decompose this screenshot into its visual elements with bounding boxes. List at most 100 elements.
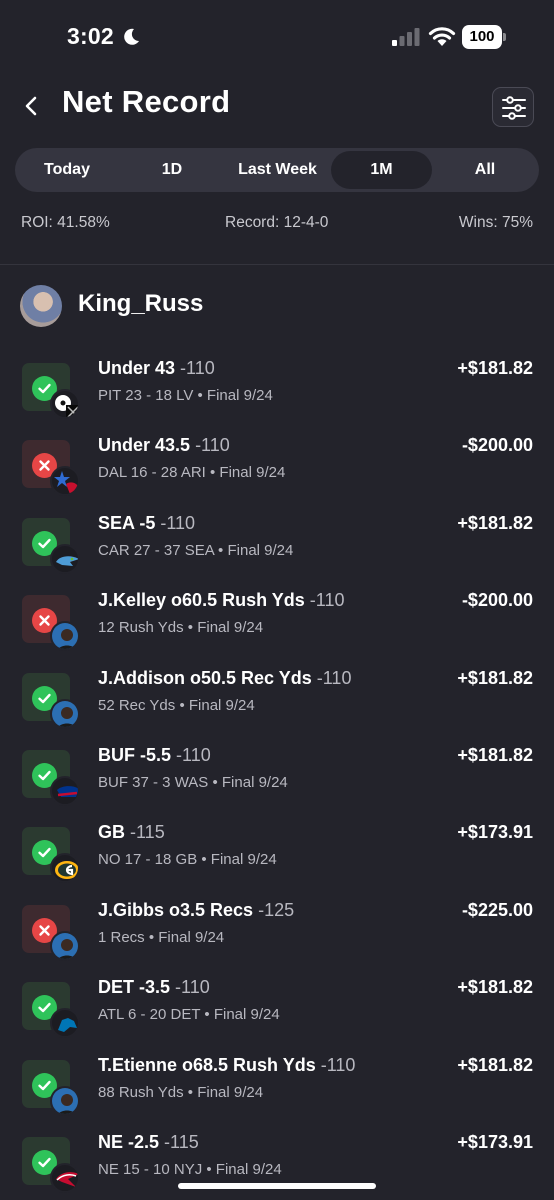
cowboys-cardinals-logo-icon <box>50 466 80 497</box>
bet-detail: DAL 16 - 28 ARI • Final 9/24 <box>98 464 286 482</box>
bet-amount: +$181.82 <box>457 1054 533 1075</box>
bet-selection: T.Etienne o68.5 Rush Yds <box>98 1054 316 1075</box>
bet-result-box <box>22 595 80 652</box>
bet-odds: -110 <box>176 745 211 765</box>
bet-amount: -$225.00 <box>461 899 533 920</box>
bet-odds: -110 <box>175 977 210 998</box>
bet-row[interactable]: BUF -5.5 -110 BUF 37 - 3 WAS • Final 9/24… <box>0 745 554 815</box>
avatar[interactable] <box>20 285 62 327</box>
bet-detail: 52 Rec Yds • Final 9/24 <box>98 696 255 714</box>
bet-selection: GB <box>98 822 125 843</box>
player-headshot-icon <box>50 698 80 729</box>
bet-result-box <box>22 517 80 574</box>
bet-result-box <box>22 1059 80 1116</box>
bet-odds: -110 <box>160 512 196 533</box>
bet-result-box <box>22 1137 80 1193</box>
bet-title: Under 43 -110 <box>98 358 215 379</box>
bet-title: J.Kelley o60.5 Rush Yds -110 <box>98 590 344 611</box>
tab-1d[interactable]: 1D <box>123 151 221 189</box>
bet-amount: +$181.82 <box>457 512 533 533</box>
wifi-icon <box>428 27 456 46</box>
bet-amount: +$181.82 <box>457 358 533 378</box>
player-headshot-icon <box>50 930 80 961</box>
bet-detail: 1 Recs • Final 9/24 <box>98 928 225 946</box>
bet-odds: -110 <box>320 1054 356 1075</box>
patriots-logo-icon <box>50 1163 80 1193</box>
bet-selection: SEA -5 <box>98 512 156 533</box>
bet-result-box <box>22 750 80 806</box>
bet-result-box <box>22 982 80 1039</box>
bet-amount: +$173.91 <box>457 1132 533 1152</box>
bet-selection: J.Kelley o60.5 Rush Yds <box>98 590 305 611</box>
bet-result-box <box>22 672 80 729</box>
bet-odds: -110 <box>309 590 345 611</box>
bet-result-box <box>22 363 80 419</box>
back-chevron-icon[interactable] <box>20 92 44 120</box>
status-time: 3:02 <box>67 23 114 49</box>
bet-odds: -115 <box>130 822 165 843</box>
bet-detail: PIT 23 - 18 LV • Final 9/24 <box>98 387 273 404</box>
bet-row[interactable]: Under 43 -110 PIT 23 - 18 LV • Final 9/24… <box>0 358 554 428</box>
bet-row[interactable]: J.Gibbs o3.5 Recs -125 1 Recs • Final 9/2… <box>0 900 554 970</box>
bet-detail: BUF 37 - 3 WAS • Final 9/24 <box>98 774 288 791</box>
bet-odds: -110 <box>195 435 230 456</box>
seahawks-logo-icon <box>50 543 80 574</box>
username[interactable]: King_Russ <box>78 290 203 318</box>
bet-selection: Under 43.5 <box>98 435 191 456</box>
bet-row[interactable]: T.Etienne o68.5 Rush Yds -110 88 Rush Yds… <box>0 1055 554 1125</box>
bet-detail: NE 15 - 10 NYJ • Final 9/24 <box>98 1161 282 1178</box>
bet-title: NE -2.5 -115 <box>98 1132 199 1153</box>
battery-indicator: 100 <box>462 25 506 49</box>
bet-selection: BUF -5.5 <box>98 745 172 765</box>
tab-today[interactable]: Today <box>18 151 116 189</box>
bet-odds: -110 <box>316 667 352 688</box>
packers-logo-icon <box>50 853 80 884</box>
bet-row[interactable]: Under 43.5 -110 DAL 16 - 28 ARI • Final 9… <box>0 435 554 505</box>
bet-row[interactable]: NE -2.5 -115 NE 15 - 10 NYJ • Final 9/24 +… <box>0 1132 554 1200</box>
bet-detail: 88 Rush Yds • Final 9/24 <box>98 1083 264 1101</box>
player-headshot-icon <box>50 621 80 652</box>
bet-row[interactable]: SEA -5 -110 CAR 27 - 37 SEA • Final 9/24 +… <box>0 513 554 583</box>
divider <box>0 264 554 265</box>
bet-row[interactable]: DET -3.5 -110 ATL 6 - 20 DET • Final 9/24… <box>0 977 554 1047</box>
status-bar: 3:02 100 <box>0 0 554 72</box>
bet-amount: -$200.00 <box>461 435 533 456</box>
bills-logo-icon <box>50 776 80 806</box>
wins-stat: Wins: 75% <box>458 214 533 231</box>
bet-detail: CAR 27 - 37 SEA • Final 9/24 <box>98 541 294 559</box>
bet-row[interactable]: J.Addison o50.5 Rec Yds -110 52 Rec Yds •… <box>0 668 554 738</box>
bet-title: J.Addison o50.5 Rec Yds -110 <box>98 668 351 689</box>
page-title: Net Record <box>62 84 231 119</box>
bet-title: Under 43.5 -110 <box>98 435 230 456</box>
bet-selection: DET -3.5 <box>98 977 171 998</box>
bet-odds: -110 <box>180 358 215 378</box>
roi-stat: ROI: 41.58% <box>21 214 110 231</box>
tab-all[interactable]: All <box>436 151 534 189</box>
bet-title: BUF -5.5 -110 <box>98 745 211 766</box>
sliders-icon <box>502 96 526 120</box>
bet-title: T.Etienne o68.5 Rush Yds -110 <box>98 1055 355 1076</box>
bet-selection: NE -2.5 <box>98 1132 160 1152</box>
bet-result-box <box>22 904 80 961</box>
bet-selection: Under 43 <box>98 358 176 378</box>
bet-amount: -$200.00 <box>461 590 533 611</box>
steelers-raiders-logo-icon <box>50 389 80 419</box>
moon-icon <box>124 28 139 45</box>
bet-selection: J.Gibbs o3.5 Recs <box>98 899 254 920</box>
tab-last-week[interactable]: Last Week <box>225 151 330 189</box>
bet-amount: +$181.82 <box>457 667 533 688</box>
filter-button[interactable] <box>492 87 534 127</box>
bet-row[interactable]: J.Kelley o60.5 Rush Yds -110 12 Rush Yds … <box>0 590 554 660</box>
bet-title: DET -3.5 -110 <box>98 977 210 998</box>
bet-amount: +$173.91 <box>457 822 533 843</box>
bet-result-box <box>22 440 80 497</box>
bet-selection: J.Addison o50.5 Rec Yds <box>98 667 312 688</box>
bet-title: GB -115 <box>98 822 165 843</box>
time-range-tabs: Today 1D Last Week 1M All <box>15 148 539 192</box>
bet-detail: 12 Rush Yds • Final 9/24 <box>98 619 264 637</box>
bet-row[interactable]: GB -115 NO 17 - 18 GB • Final 9/24 +$173.9… <box>0 822 554 892</box>
bet-amount: +$181.82 <box>457 745 533 765</box>
tab-1m[interactable]: 1M <box>331 151 432 189</box>
signal-icon <box>392 28 420 46</box>
player-headshot-icon <box>50 1085 80 1116</box>
